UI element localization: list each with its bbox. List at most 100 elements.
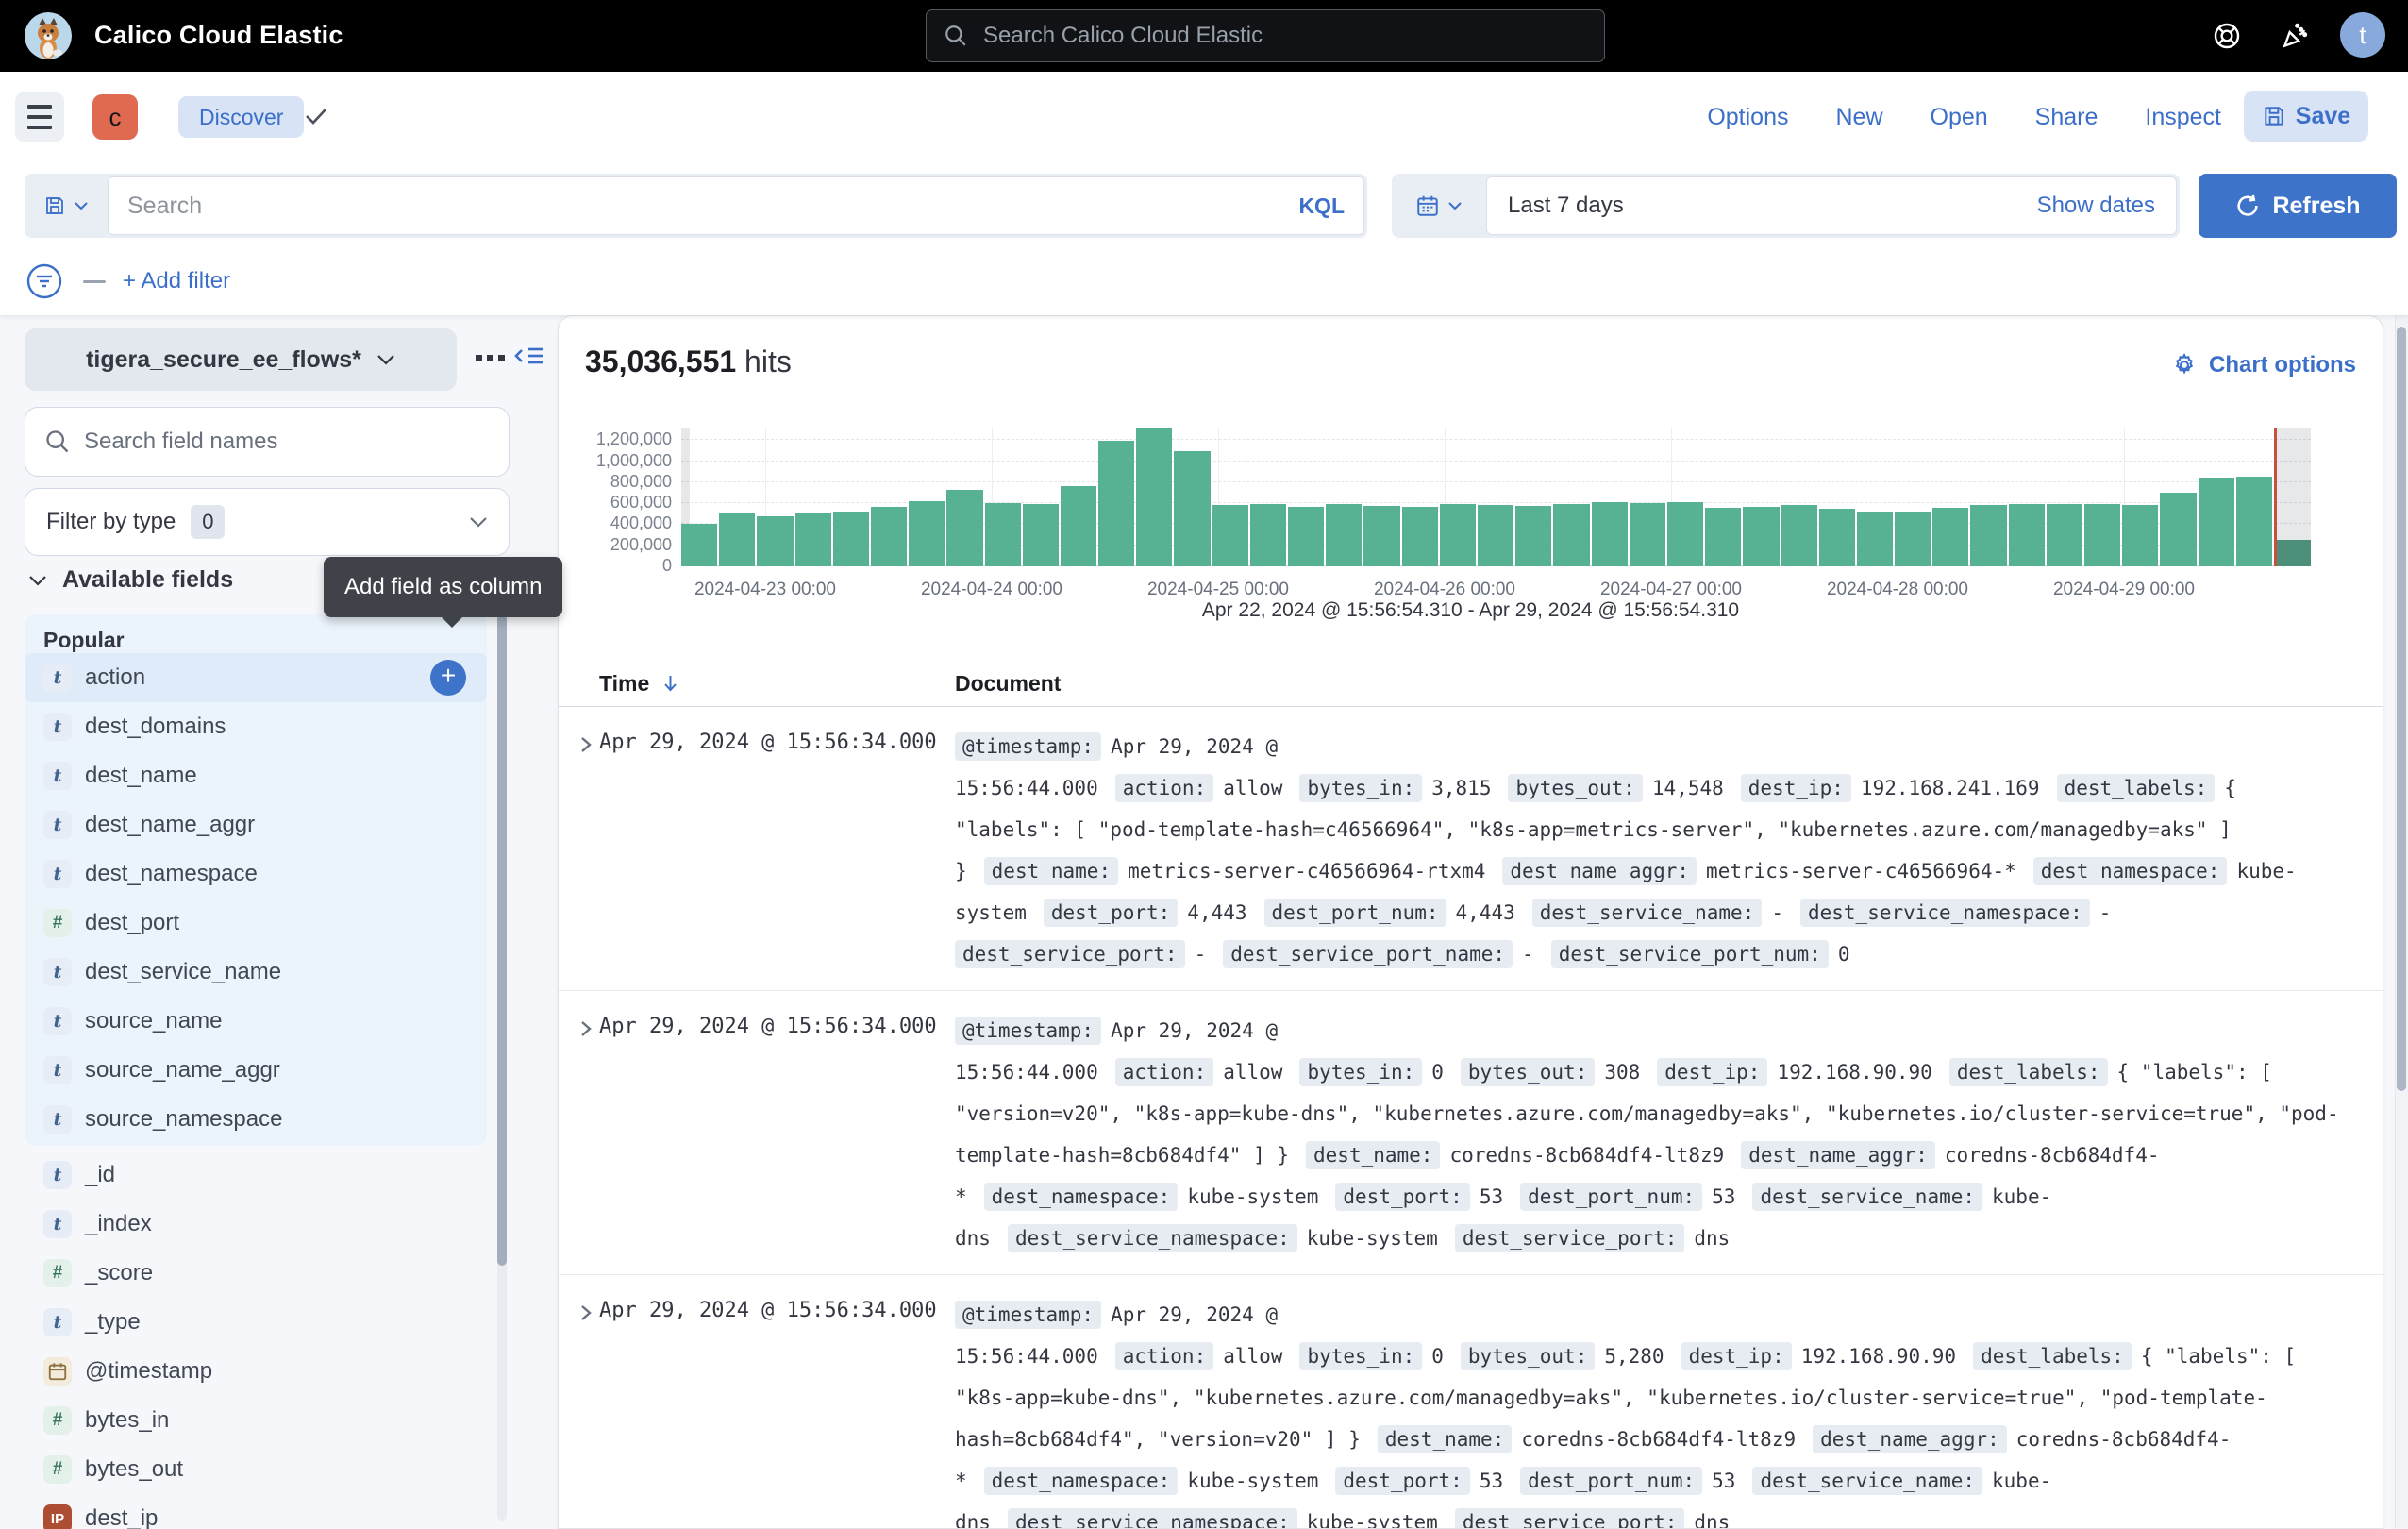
doc-field-name: dest_service_name: bbox=[1752, 1183, 1982, 1211]
histogram-bar bbox=[909, 501, 945, 566]
row-document-summary: @timestamp:Apr 29, 2024 @ 15:56:44.000ac… bbox=[955, 726, 2383, 975]
field-item-source_namespace[interactable]: tsource_namespace bbox=[25, 1095, 487, 1144]
menu-options[interactable]: Options bbox=[1707, 104, 1788, 131]
doc-field-value: allow bbox=[1223, 1061, 1282, 1084]
field-item-action[interactable]: taction+ bbox=[25, 653, 487, 702]
global-search[interactable] bbox=[926, 9, 1605, 62]
expand-row-button[interactable] bbox=[559, 1294, 599, 1529]
space-badge[interactable]: c bbox=[92, 94, 138, 140]
doc-field-name: dest_service_namespace: bbox=[1800, 899, 2090, 927]
field-item-dest_name_aggr[interactable]: tdest_name_aggr bbox=[25, 800, 487, 849]
field-item-dest_service_name[interactable]: tdest_service_name bbox=[25, 948, 487, 997]
field-search-input[interactable] bbox=[84, 428, 490, 455]
saved-query-menu-button[interactable] bbox=[25, 174, 108, 238]
doc-field-name: dest_name: bbox=[984, 857, 1118, 885]
field-item-_score[interactable]: #_score bbox=[25, 1249, 487, 1298]
doc-field-name: bytes_in: bbox=[1299, 774, 1422, 802]
y-axis-tick-label: 1,000,000 bbox=[558, 451, 672, 471]
text-type-icon: t bbox=[43, 1308, 72, 1336]
chart-options-button[interactable]: Chart options bbox=[2171, 352, 2356, 378]
field-name: dest_ip bbox=[85, 1505, 158, 1529]
hits-count: 35,036,551 hits bbox=[585, 344, 792, 379]
doc-field-name: bytes_out: bbox=[1508, 774, 1642, 802]
field-item-source_name_aggr[interactable]: tsource_name_aggr bbox=[25, 1046, 487, 1095]
field-name: dest_domains bbox=[85, 714, 226, 740]
page-scrollbar-thumb[interactable] bbox=[2397, 327, 2406, 1091]
field-item-bytes_out[interactable]: #bytes_out bbox=[25, 1445, 487, 1494]
documents-table: Time Document Apr 29, 2024 @ 15:56:34.00… bbox=[559, 662, 2383, 1529]
query-language-button[interactable]: KQL bbox=[1298, 193, 1345, 219]
field-item-dest_domains[interactable]: tdest_domains bbox=[25, 702, 487, 751]
date-quick-menu-button[interactable] bbox=[1392, 174, 1486, 238]
doc-field-value: 4,443 bbox=[1187, 901, 1246, 924]
histogram-chart[interactable]: 0200,000400,000600,000800,0001,000,0001,… bbox=[681, 428, 2311, 566]
field-name: _score bbox=[85, 1260, 153, 1286]
field-item-dest_namespace[interactable]: tdest_namespace bbox=[25, 849, 487, 899]
show-dates-link[interactable]: Show dates bbox=[2037, 193, 2155, 219]
menu-open[interactable]: Open bbox=[1931, 104, 1988, 131]
sort-descending-icon bbox=[663, 674, 677, 693]
filter-menu-icon[interactable] bbox=[25, 261, 64, 301]
doc-field-name: dest_name_aggr: bbox=[1502, 857, 1697, 885]
time-range-value[interactable]: Last 7 days bbox=[1508, 193, 2037, 219]
field-search-box[interactable] bbox=[25, 407, 510, 477]
doc-field-name: dest_service_namespace: bbox=[1008, 1224, 1297, 1252]
expand-row-button[interactable] bbox=[559, 1010, 599, 1259]
histogram-bar bbox=[1819, 509, 1855, 566]
doc-field-value: 308 bbox=[1604, 1061, 1640, 1084]
doc-field-name: dest_service_port: bbox=[955, 940, 1185, 968]
field-name: source_name_aggr bbox=[85, 1057, 280, 1084]
news-popper-icon[interactable] bbox=[2276, 17, 2314, 55]
index-pattern-selector[interactable]: tigera_secure_ee_flows* bbox=[25, 328, 457, 391]
add-field-as-column-button[interactable]: + bbox=[430, 660, 466, 696]
field-item-_id[interactable]: t_id bbox=[25, 1151, 487, 1200]
histogram-bar bbox=[2122, 505, 2158, 566]
filter-by-type-select[interactable]: Filter by type 0 bbox=[25, 488, 510, 556]
histogram-bar bbox=[2009, 504, 2045, 566]
histogram-bar bbox=[1288, 507, 1324, 566]
field-item-dest_name[interactable]: tdest_name bbox=[25, 751, 487, 800]
sidebar-scrollbar-thumb[interactable] bbox=[497, 614, 507, 1266]
field-item-dest_port[interactable]: #dest_port bbox=[25, 899, 487, 948]
field-item-_index[interactable]: t_index bbox=[25, 1200, 487, 1249]
kql-query-input[interactable] bbox=[127, 193, 1298, 220]
menu-share[interactable]: Share bbox=[2035, 104, 2099, 131]
refresh-button[interactable]: Refresh bbox=[2199, 174, 2397, 238]
expand-row-button[interactable] bbox=[559, 726, 599, 975]
doc-field-name: dest_labels: bbox=[1973, 1342, 2132, 1370]
doc-field-value: metrics-server-c46566964-* bbox=[1706, 860, 2016, 882]
column-header-document[interactable]: Document bbox=[955, 671, 2383, 697]
doc-field-name: dest_port_num: bbox=[1520, 1467, 1702, 1495]
help-icon[interactable] bbox=[2208, 17, 2246, 55]
menu-inspect[interactable]: Inspect bbox=[2145, 104, 2221, 131]
menu-new[interactable]: New bbox=[1835, 104, 1882, 131]
collapse-sidebar-icon[interactable] bbox=[513, 340, 545, 372]
menu-hamburger-button[interactable] bbox=[15, 92, 64, 142]
field-name: bytes_in bbox=[85, 1407, 169, 1434]
histogram-bar bbox=[2160, 493, 2196, 566]
save-button[interactable]: Save bbox=[2244, 91, 2368, 142]
histogram-bar bbox=[946, 490, 982, 566]
add-filter-link[interactable]: + Add filter bbox=[123, 268, 230, 294]
document-row: Apr 29, 2024 @ 15:56:34.000@timestamp:Ap… bbox=[559, 991, 2383, 1275]
field-filters-icon[interactable] bbox=[474, 345, 508, 370]
doc-field-name: dest_port_num: bbox=[1520, 1183, 1702, 1211]
doc-field-value: 0 bbox=[1838, 943, 1850, 966]
user-avatar[interactable]: t bbox=[2340, 12, 2385, 58]
calico-logo[interactable] bbox=[25, 12, 72, 59]
field-item-dest_ip[interactable]: IPdest_ip bbox=[25, 1494, 487, 1529]
available-fields-accordion[interactable]: Available fields bbox=[28, 566, 233, 594]
column-header-time[interactable]: Time bbox=[599, 671, 955, 697]
histogram-bar bbox=[2199, 478, 2234, 566]
field-item-@timestamp[interactable]: @timestamp bbox=[25, 1347, 487, 1396]
doc-field-name: dest_name: bbox=[1378, 1425, 1512, 1453]
field-item-bytes_in[interactable]: #bytes_in bbox=[25, 1396, 487, 1445]
field-item-source_name[interactable]: tsource_name bbox=[25, 997, 487, 1046]
breadcrumb-discover[interactable]: Discover bbox=[178, 96, 304, 138]
doc-field-name: dest_labels: bbox=[1949, 1058, 2108, 1086]
doc-field-value: coredns-8cb684df4-lt8z9 bbox=[1449, 1144, 1724, 1167]
global-search-input[interactable] bbox=[983, 23, 1587, 49]
field-name: _index bbox=[85, 1211, 152, 1237]
field-item-_type[interactable]: t_type bbox=[25, 1298, 487, 1347]
doc-field-name: dest_labels: bbox=[2057, 774, 2216, 802]
